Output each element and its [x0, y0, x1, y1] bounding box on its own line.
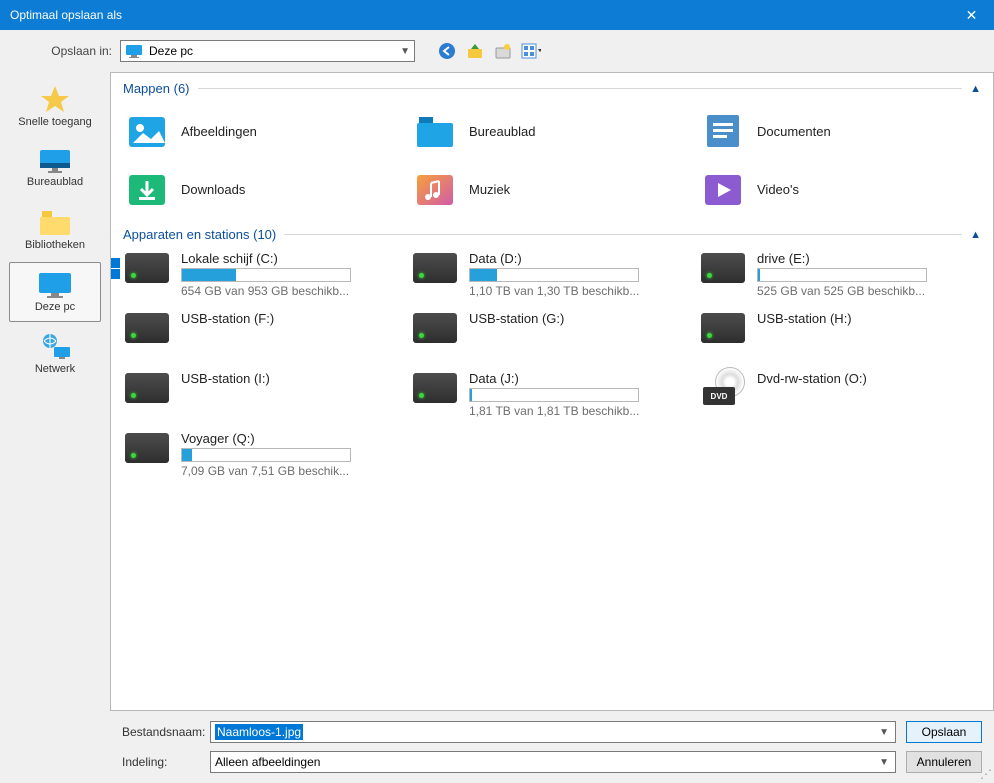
- chevron-down-icon: ▼: [400, 46, 410, 57]
- drive-capacity-bar: [181, 268, 351, 282]
- drive-subtext: 654 GB van 953 GB beschikb...: [181, 284, 403, 298]
- format-select[interactable]: Alleen afbeeldingen ▼: [210, 751, 896, 773]
- drive-icon: [125, 253, 169, 283]
- drive-icon: [125, 433, 169, 463]
- monitor-icon: [125, 44, 143, 58]
- sidebar-item-desktop[interactable]: Bureaublad: [9, 138, 101, 198]
- drive-icon: [701, 253, 745, 283]
- folder-downloads[interactable]: Downloads: [125, 163, 403, 215]
- sidebar-item-this-pc[interactable]: Deze pc: [9, 262, 101, 322]
- drive-name: Dvd-rw-station (O:): [757, 371, 979, 386]
- drive-name: Lokale schijf (C:): [181, 251, 403, 266]
- desktop-icon: [38, 148, 72, 174]
- drive-item[interactable]: USB-station (F:): [125, 307, 403, 365]
- folder-desktop[interactable]: Bureaublad: [413, 105, 691, 157]
- filename-input[interactable]: Naamloos-1.jpg ▼: [210, 721, 896, 743]
- cancel-button[interactable]: Annuleren: [906, 751, 982, 773]
- chevron-down-icon: ▼: [877, 757, 891, 768]
- format-label: Indeling:: [0, 755, 200, 769]
- drive-capacity-bar: [757, 268, 927, 282]
- drive-item[interactable]: Data (D:) 1,10 TB van 1,30 TB beschikb...: [413, 247, 691, 305]
- drive-item[interactable]: drive (E:) 525 GB van 525 GB beschikb...: [701, 247, 979, 305]
- sidebar-item-quick-access[interactable]: Snelle toegang: [9, 76, 101, 136]
- drive-icon: [125, 373, 169, 403]
- folder-documents[interactable]: Documenten: [701, 105, 979, 157]
- folder-music[interactable]: Muziek: [413, 163, 691, 215]
- drive-capacity-bar: [469, 388, 639, 402]
- drive-item[interactable]: Data (J:) 1,81 TB van 1,81 TB beschikb...: [413, 367, 691, 425]
- toolbar: Opslaan in: Deze pc ▼: [0, 30, 994, 72]
- drive-icon: [413, 373, 457, 403]
- drive-icon: [413, 253, 457, 283]
- sidebar-item-network[interactable]: Netwerk: [9, 324, 101, 384]
- drive-icon: [701, 313, 745, 343]
- drive-subtext: 7,09 GB van 7,51 GB beschik...: [181, 464, 403, 478]
- monitor-icon: [37, 271, 73, 299]
- drive-subtext: 525 GB van 525 GB beschikb...: [757, 284, 979, 298]
- drive-capacity-bar: [469, 268, 639, 282]
- back-button[interactable]: [437, 41, 457, 61]
- star-icon: [39, 84, 71, 114]
- drive-capacity-bar: [181, 448, 351, 462]
- folder-pictures[interactable]: Afbeeldingen: [125, 105, 403, 157]
- drive-name: USB-station (G:): [469, 311, 691, 326]
- drive-name: USB-station (F:): [181, 311, 403, 326]
- drive-icon: [413, 313, 457, 343]
- network-icon: [38, 333, 72, 361]
- section-folders-header[interactable]: Mappen (6) ▲: [111, 73, 993, 99]
- collapse-icon[interactable]: ▲: [970, 229, 981, 241]
- file-list: Mappen (6) ▲ Afbeeldingen Bureaublad Doc…: [110, 72, 994, 711]
- drive-name: Data (J:): [469, 371, 691, 386]
- drive-item[interactable]: Lokale schijf (C:) 654 GB van 953 GB besc…: [125, 247, 403, 305]
- collapse-icon[interactable]: ▲: [970, 83, 981, 95]
- drive-icon: [125, 313, 169, 343]
- places-sidebar: Snelle toegang Bureaublad Bibliotheken D…: [0, 72, 110, 711]
- folder-videos[interactable]: Video's: [701, 163, 979, 215]
- close-button[interactable]: ✕: [949, 0, 994, 30]
- drive-item[interactable]: USB-station (H:): [701, 307, 979, 365]
- drive-subtext: 1,10 TB van 1,30 TB beschikb...: [469, 284, 691, 298]
- drive-name: USB-station (I:): [181, 371, 403, 386]
- bottom-panel: Bestandsnaam: Naamloos-1.jpg ▼ Opslaan I…: [0, 711, 994, 783]
- filename-label: Bestandsnaam:: [0, 725, 200, 739]
- drive-item[interactable]: Voyager (Q:) 7,09 GB van 7,51 GB beschik.…: [125, 427, 403, 485]
- sidebar-item-libraries[interactable]: Bibliotheken: [9, 200, 101, 260]
- drive-name: USB-station (H:): [757, 311, 979, 326]
- window-title: Optimaal opslaan als: [10, 8, 949, 22]
- section-drives-header[interactable]: Apparaten en stations (10) ▲: [111, 219, 993, 245]
- drive-name: drive (E:): [757, 251, 979, 266]
- drive-item[interactable]: USB-station (G:): [413, 307, 691, 365]
- drive-name: Data (D:): [469, 251, 691, 266]
- chevron-down-icon: ▼: [877, 727, 891, 738]
- windows-logo-icon: [110, 258, 120, 279]
- up-button[interactable]: [465, 41, 485, 61]
- drive-name: Voyager (Q:): [181, 431, 403, 446]
- lookin-value: Deze pc: [149, 44, 193, 58]
- drive-item[interactable]: DVD Dvd-rw-station (O:): [701, 367, 979, 425]
- lookin-combo[interactable]: Deze pc ▼: [120, 40, 415, 62]
- titlebar: Optimaal opslaan als ✕: [0, 0, 994, 30]
- drive-subtext: 1,81 TB van 1,81 TB beschikb...: [469, 404, 691, 418]
- new-folder-button[interactable]: [493, 41, 513, 61]
- dvd-icon: DVD: [701, 371, 745, 405]
- save-button[interactable]: Opslaan: [906, 721, 982, 743]
- drive-item[interactable]: USB-station (I:): [125, 367, 403, 425]
- lookin-label: Opslaan in:: [0, 44, 112, 58]
- view-menu-button[interactable]: [521, 41, 541, 61]
- libraries-icon: [38, 209, 72, 237]
